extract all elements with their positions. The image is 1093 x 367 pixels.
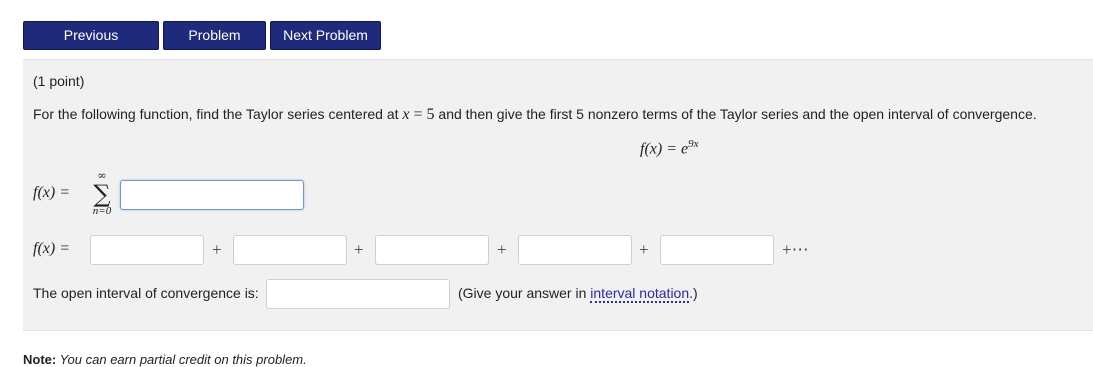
summation-icon: ∞ ∑ n=0 (89, 170, 115, 217)
sum-lower-limit: n=0 (92, 205, 112, 217)
center-variable: x (402, 106, 410, 123)
interval-label: The open interval of convergence is: (33, 285, 259, 301)
problem-prompt: For the following function, find the Tay… (33, 106, 1037, 124)
plus-sign: + (212, 240, 222, 259)
prompt-text-start: For the following function, find the Tay… (33, 106, 403, 122)
term-4-input[interactable] (518, 235, 632, 265)
prompt-text-end: and then give the first 5 nonzero terms … (434, 106, 1037, 122)
sigma-symbol: ∑ (93, 180, 111, 208)
problem-list-button[interactable]: Problem List (163, 21, 266, 70)
series-lhs-label: f(x) = (33, 184, 70, 201)
plus-sign: + (497, 240, 507, 259)
terms-row: f(x) = + + + + +⋯ (23, 234, 1093, 266)
plus-sign: + (354, 240, 364, 259)
function-lhs: f(x) = e (640, 140, 689, 158)
interval-hint-end: .) (689, 285, 698, 301)
term-2-input[interactable] (233, 235, 347, 265)
term-5-input[interactable] (660, 235, 774, 265)
function-definition: f(x) = e9x (640, 138, 699, 158)
partial-credit-note: Note: You can earn partial credit on thi… (23, 352, 307, 367)
terms-lhs-label: f(x) = (33, 240, 70, 257)
center-value: = 5 (409, 106, 435, 123)
interval-hint-start: (Give your answer in (458, 285, 591, 301)
function-exponent: 9x (688, 138, 699, 150)
term-1-input[interactable] (90, 235, 204, 265)
interval-input[interactable] (266, 279, 450, 309)
series-term-input[interactable] (120, 180, 304, 210)
plus-sign: + (639, 240, 649, 259)
note-label: Note: (23, 352, 57, 367)
problem-panel: (1 point) For the following function, fi… (23, 59, 1093, 331)
problem-nav: Previous Problem Problem List Next Probl… (23, 21, 381, 70)
interval-hint: (Give your answer in interval notation.) (458, 285, 698, 303)
interval-notation-link[interactable]: interval notation (590, 285, 690, 303)
points-label: (1 point) (33, 73, 85, 89)
previous-problem-button[interactable]: Previous Problem (23, 21, 159, 70)
trailing-ellipsis: +⋯ (782, 240, 809, 259)
term-3-input[interactable] (375, 235, 489, 265)
interval-row: The open interval of convergence is: (Gi… (33, 279, 1083, 309)
next-problem-button[interactable]: Next Problem (270, 21, 381, 50)
note-text: You can earn partial credit on this prob… (56, 352, 307, 367)
